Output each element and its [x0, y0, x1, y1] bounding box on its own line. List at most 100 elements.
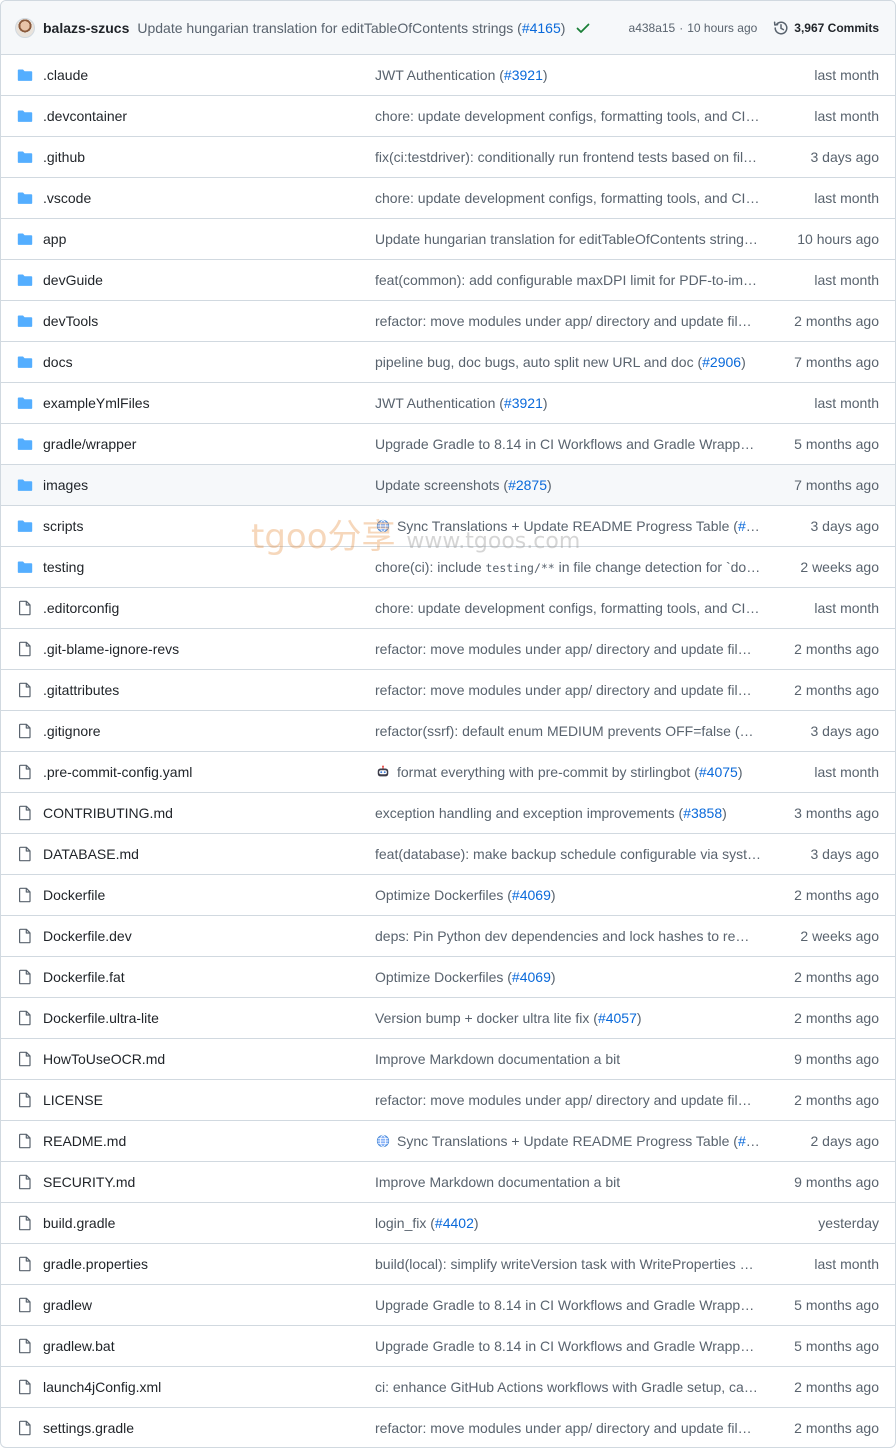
last-commit-message[interactable]: format everything with pre-commit by sti… [375, 764, 761, 780]
file-name-link[interactable]: SECURITY.md [43, 1174, 135, 1190]
last-commit-message[interactable]: Update hungarian translation for editTab… [375, 231, 761, 247]
commit-message-text[interactable]: chore: update development configs, forma… [375, 108, 759, 124]
last-commit-message[interactable]: Update screenshots (#2875) [375, 477, 761, 493]
file-name-link[interactable]: build.gradle [43, 1215, 115, 1231]
file-name-link[interactable]: README.md [43, 1133, 126, 1149]
file-row[interactable]: Dockerfile Optimize Dockerfiles (#4069) 2 … [1, 875, 895, 916]
file-row[interactable]: SECURITY.md Improve Markdown documentatio… [1, 1162, 895, 1203]
commit-message-text[interactable]: refactor: move modules under app/ direct… [375, 641, 752, 657]
last-commit-message[interactable]: Sync Translations + Update README Progre… [375, 1133, 761, 1149]
folder-name-link[interactable]: docs [43, 354, 73, 370]
folder-name-link[interactable]: devGuide [43, 272, 103, 288]
file-name-link[interactable]: Dockerfile.dev [43, 928, 132, 944]
pr-link[interactable]: #4069 [512, 887, 551, 903]
file-row[interactable]: CONTRIBUTING.md exception handling and ex… [1, 793, 895, 834]
file-row[interactable]: .pre-commit-config.yaml format everything… [1, 752, 895, 793]
commit-message-text[interactable]: chore(ci): include [375, 559, 486, 575]
folder-row[interactable]: exampleYmlFiles JWT Authentication (#3921… [1, 383, 895, 424]
last-commit-message[interactable]: refactor: move modules under app/ direct… [375, 313, 761, 329]
folder-row[interactable]: .devcontainer chore: update development c… [1, 96, 895, 137]
folder-name-link[interactable]: .devcontainer [43, 108, 127, 124]
commit-message-text[interactable]: JWT Authentication ( [375, 395, 504, 411]
folder-name-link[interactable]: app [43, 231, 66, 247]
pr-link[interactable]: #3921 [504, 67, 543, 83]
commit-message-text[interactable]: refactor: move modules under app/ direct… [375, 1420, 752, 1436]
latest-commit-message[interactable]: Update hungarian translation for editTab… [137, 20, 565, 36]
pr-link[interactable]: #2906 [702, 354, 741, 370]
file-name-link[interactable]: DATABASE.md [43, 846, 139, 862]
file-row[interactable]: build.gradle login_fix (#4402) yesterday [1, 1203, 895, 1244]
file-name-link[interactable]: .editorconfig [43, 600, 119, 616]
commit-message-text[interactable]: Sync Translations + Update README Progre… [397, 1133, 738, 1149]
commit-message-text[interactable]: Upgrade Gradle to 8.14 in CI Workflows a… [375, 1338, 761, 1354]
file-name-link[interactable]: Dockerfile [43, 887, 105, 903]
file-row[interactable]: .gitattributes refactor: move modules und… [1, 670, 895, 711]
last-commit-message[interactable]: login_fix (#4402) [375, 1215, 761, 1231]
last-commit-message[interactable]: ci: enhance GitHub Actions workflows wit… [375, 1379, 761, 1395]
file-row[interactable]: .git-blame-ignore-revs refactor: move mod… [1, 629, 895, 670]
last-commit-message[interactable]: deps: Pin Python dev dependencies and lo… [375, 928, 761, 944]
pr-link[interactable]: #4069 [512, 969, 551, 985]
file-name-link[interactable]: settings.gradle [43, 1420, 134, 1436]
commit-message-text[interactable]: chore: update development configs, forma… [375, 190, 759, 206]
commit-message-text[interactable]: pipeline bug, doc bugs, auto split new U… [375, 354, 702, 370]
folder-row[interactable]: docs pipeline bug, doc bugs, auto split n… [1, 342, 895, 383]
last-commit-message[interactable]: Optimize Dockerfiles (#4069) [375, 969, 761, 985]
last-commit-message[interactable]: chore(ci): include testing/** in file ch… [375, 559, 761, 576]
commit-author-link[interactable]: balazs-szucs [43, 20, 129, 36]
last-commit-message[interactable]: refactor: move modules under app/ direct… [375, 1092, 761, 1108]
folder-row[interactable]: gradle/wrapper Upgrade Gradle to 8.14 in … [1, 424, 895, 465]
commit-message-text[interactable]: Improve Markdown documentation a bit [375, 1174, 620, 1190]
commit-message-text[interactable]: build(local): simplify writeVersion task… [375, 1256, 761, 1272]
commit-message-text[interactable]: Optimize Dockerfiles ( [375, 887, 512, 903]
commit-message-text[interactable]: refactor(ssrf): default enum MEDIUM prev… [375, 723, 754, 739]
file-row[interactable]: settings.gradle refactor: move modules un… [1, 1408, 895, 1447]
last-commit-message[interactable]: Upgrade Gradle to 8.14 in CI Workflows a… [375, 1297, 761, 1313]
commit-message-text[interactable]: feat(common): add configurable maxDPI li… [375, 272, 757, 288]
last-commit-message[interactable]: JWT Authentication (#3921) [375, 395, 761, 411]
file-name-link[interactable]: .gitignore [43, 723, 101, 739]
author-avatar[interactable] [15, 17, 35, 38]
commit-sha[interactable]: a438a15 [629, 21, 676, 35]
last-commit-message[interactable]: Version bump + docker ultra lite fix (#4… [375, 1010, 761, 1026]
pr-link[interactable]: #4075 [699, 764, 738, 780]
last-commit-message[interactable]: feat(database): make backup schedule con… [375, 846, 761, 862]
last-commit-message[interactable]: Upgrade Gradle to 8.14 in CI Workflows a… [375, 1338, 761, 1354]
last-commit-message[interactable]: exception handling and exception improve… [375, 805, 761, 821]
last-commit-message[interactable]: chore: update development configs, forma… [375, 600, 761, 616]
last-commit-message[interactable]: Improve Markdown documentation a bit [375, 1051, 761, 1067]
file-name-link[interactable]: LICENSE [43, 1092, 103, 1108]
file-row[interactable]: .gitignore refactor(ssrf): default enum M… [1, 711, 895, 752]
folder-name-link[interactable]: devTools [43, 313, 98, 329]
commit-message-text[interactable]: Sync Translations + Update README Progre… [397, 518, 738, 534]
folder-row[interactable]: .claude JWT Authentication (#3921) last mo… [1, 55, 895, 96]
commit-message-text[interactable]: refactor: move modules under app/ direct… [375, 1092, 752, 1108]
folder-name-link[interactable]: .github [43, 149, 85, 165]
commit-message-text[interactable]: Upgrade Gradle to 8.14 in CI Workflows a… [375, 1297, 761, 1313]
folder-name-link[interactable]: images [43, 477, 88, 493]
file-name-link[interactable]: gradle.properties [43, 1256, 148, 1272]
folder-row[interactable]: testing chore(ci): include testing/** in … [1, 547, 895, 588]
folder-row[interactable]: .vscode chore: update development configs… [1, 178, 895, 219]
file-row[interactable]: README.md Sync Translations + Update READ… [1, 1121, 895, 1162]
file-name-link[interactable]: Dockerfile.fat [43, 969, 125, 985]
pr-link[interactable]: #2875 [508, 477, 547, 493]
commit-message-text[interactable]: ci: enhance GitHub Actions workflows wit… [375, 1379, 761, 1395]
folder-row[interactable]: app Update hungarian translation for edit… [1, 219, 895, 260]
folder-name-link[interactable]: testing [43, 559, 84, 575]
file-row[interactable]: gradlew Upgrade Gradle to 8.14 in CI Work… [1, 1285, 895, 1326]
commit-message-text[interactable]: Optimize Dockerfiles ( [375, 969, 512, 985]
last-commit-message[interactable]: feat(common): add configurable maxDPI li… [375, 272, 761, 288]
commit-message-text[interactable]: fix(ci:testdriver): conditionally run fr… [375, 149, 757, 165]
commit-message-text[interactable]: Update hungarian translation for editTab… [375, 231, 758, 247]
file-name-link[interactable]: .gitattributes [43, 682, 119, 698]
commit-message-text[interactable]: refactor: move modules under app/ direct… [375, 313, 752, 329]
file-row[interactable]: DATABASE.md feat(database): make backup s… [1, 834, 895, 875]
pr-link[interactable]: #42… [738, 518, 761, 534]
pr-link[interactable]: #4057 [598, 1010, 637, 1026]
commit-message-text[interactable]: deps: Pin Python dev dependencies and lo… [375, 928, 761, 944]
commit-message-text[interactable]: JWT Authentication ( [375, 67, 504, 83]
file-name-link[interactable]: gradlew [43, 1297, 92, 1313]
file-name-link[interactable]: gradlew.bat [43, 1338, 115, 1354]
commit-message-text[interactable]: Version bump + docker ultra lite fix ( [375, 1010, 598, 1026]
